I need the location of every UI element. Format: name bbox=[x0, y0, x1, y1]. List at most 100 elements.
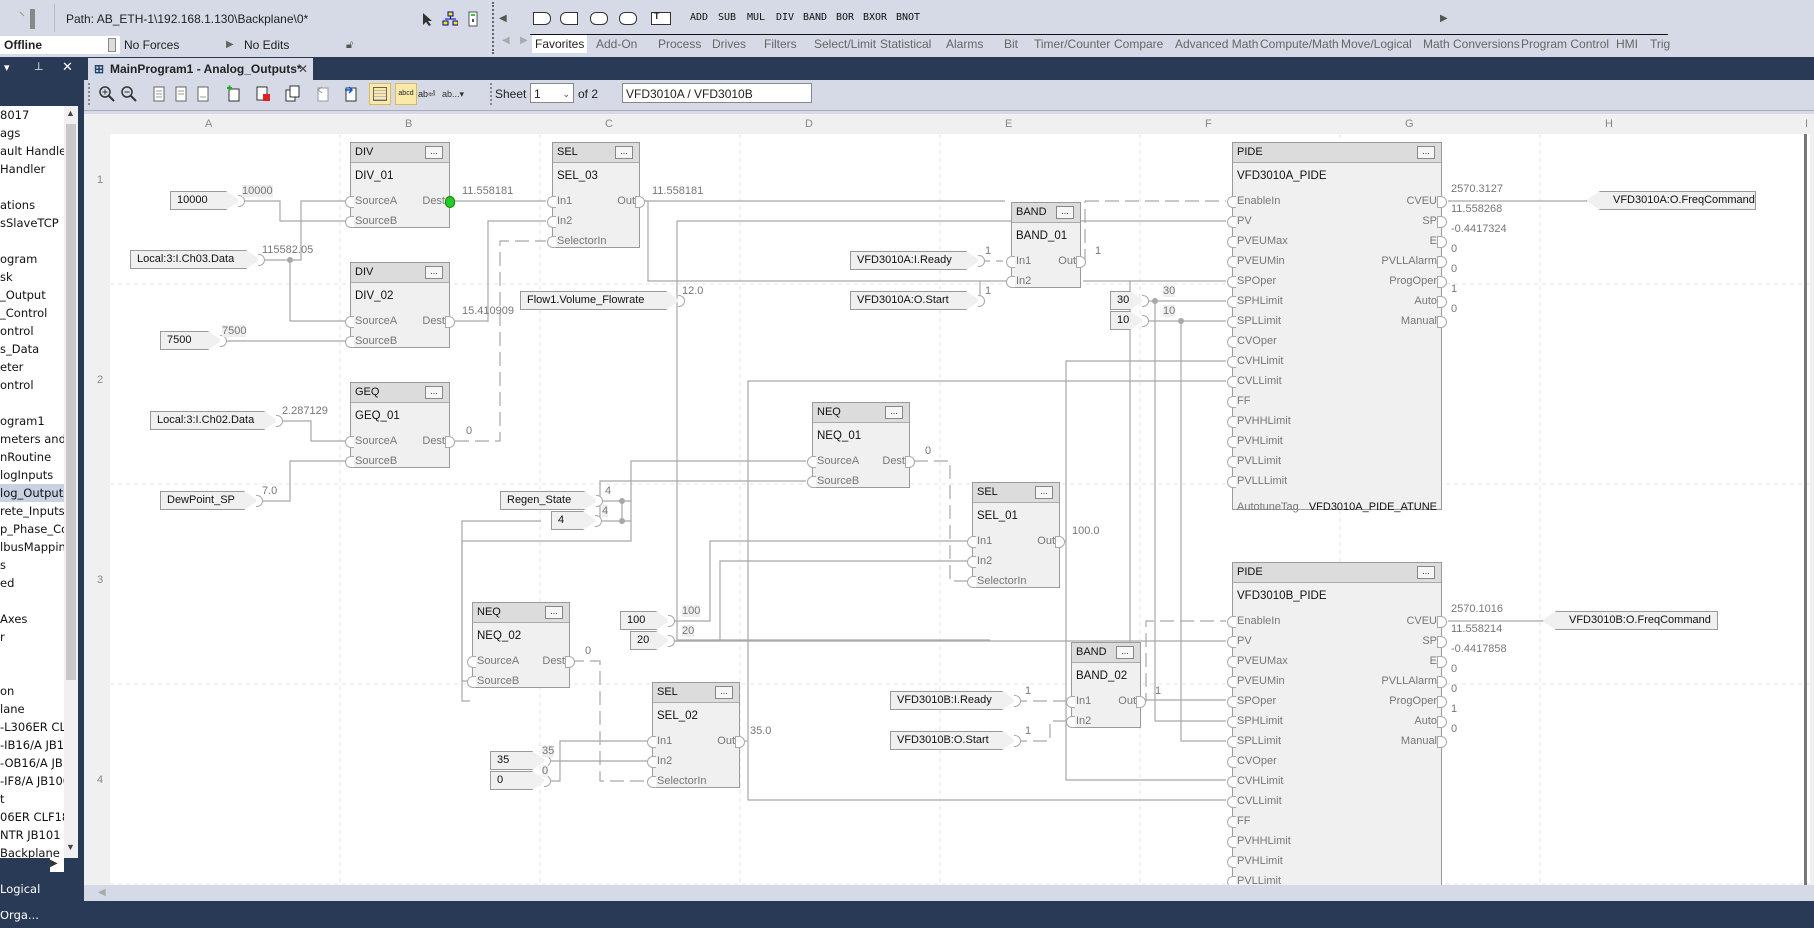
block-properties-button[interactable]: ... bbox=[425, 146, 443, 159]
output-reference[interactable]: VFD3010A:O.FreqCommand bbox=[1586, 191, 1756, 210]
input-pin-pvhhlimit[interactable]: PVHHLimit bbox=[1237, 835, 1291, 847]
input-pin-pvllimit[interactable]: PVLLimit bbox=[1237, 455, 1281, 467]
page-prev-icon[interactable] bbox=[172, 85, 190, 103]
input-pin-in2[interactable]: In2 bbox=[557, 215, 572, 227]
input-pin-ff[interactable]: FF bbox=[1237, 815, 1250, 827]
input-reference-vfd3010b-ready[interactable]: VFD3010B:I.Ready bbox=[890, 691, 1016, 710]
palette-tab-math-conversions[interactable]: Math Conversions bbox=[1423, 37, 1520, 51]
tree-item[interactable]: t bbox=[0, 790, 5, 808]
input-pin-sphlimit[interactable]: SPHLimit bbox=[1237, 715, 1283, 727]
block-tag-name[interactable]: DIV_01 bbox=[355, 170, 393, 182]
input-pin-cvllimit[interactable]: CVLLimit bbox=[1237, 375, 1282, 387]
zoom-in-icon[interactable] bbox=[98, 85, 116, 103]
tree-item[interactable]: on bbox=[0, 682, 14, 700]
tree-item[interactable]: nRoutine bbox=[0, 448, 51, 466]
tree-item[interactable]: 8017 bbox=[0, 106, 29, 124]
input-pin-spoper[interactable]: SPOper bbox=[1237, 695, 1276, 707]
input-pin-in1[interactable]: In1 bbox=[657, 735, 672, 747]
palette-tab-compute-math[interactable]: Compute/Math bbox=[1260, 37, 1339, 51]
input-pin-sourceb[interactable]: SourceB bbox=[817, 475, 859, 487]
instr-bor-button[interactable]: BOR bbox=[836, 12, 854, 23]
block-tag-name[interactable]: VFD3010A_PIDE bbox=[1237, 170, 1327, 182]
instr-div-button[interactable]: DIV bbox=[776, 12, 794, 23]
output-pin-cveu[interactable]: CVEU bbox=[1406, 615, 1437, 627]
block-properties-button[interactable]: ... bbox=[1035, 486, 1053, 499]
output-pin-dest[interactable]: Dest bbox=[422, 315, 445, 327]
palette-tab-compare[interactable]: Compare bbox=[1114, 37, 1163, 51]
toolbar-grip[interactable] bbox=[88, 83, 92, 105]
block-sel02[interactable]: SEL... SEL_02 In1 In2 SelectorIn Out bbox=[647, 682, 745, 788]
block-properties-button[interactable]: ... bbox=[1056, 206, 1074, 219]
show-grid-toggle[interactable] bbox=[369, 83, 391, 105]
output-pin-e[interactable]: E bbox=[1430, 655, 1437, 667]
autotune-tag-value[interactable]: VFD3010A_PIDE_ATUNE bbox=[1309, 501, 1437, 513]
wire[interactable] bbox=[236, 200, 346, 222]
instr-sub-button[interactable]: SUB bbox=[718, 12, 736, 23]
wire[interactable] bbox=[667, 540, 970, 622]
palette-scroll-left-icon[interactable]: ◀ bbox=[502, 35, 510, 46]
input-pin-in2[interactable]: In2 bbox=[1076, 715, 1091, 727]
forces-dropdown-icon[interactable]: ▶ bbox=[226, 36, 236, 50]
block-sel01[interactable]: SEL... SEL_01 In1 In2 SelectorIn Out bbox=[967, 482, 1065, 588]
palette-tab-filters[interactable]: Filters bbox=[764, 37, 797, 51]
tree-item[interactable]: Backplane bbox=[0, 844, 60, 858]
tree-item[interactable]: lane bbox=[0, 700, 25, 718]
output-pin-auto[interactable]: Auto bbox=[1414, 715, 1437, 727]
tree-item[interactable]: -L306ER CLF bbox=[0, 718, 64, 736]
wire[interactable] bbox=[914, 460, 970, 582]
input-pin-pveumin[interactable]: PVEUMin bbox=[1237, 255, 1285, 267]
input-pin-in2[interactable]: In2 bbox=[977, 555, 992, 567]
input-pin-pvhlimit[interactable]: PVHLimit bbox=[1237, 435, 1283, 447]
palette-tab-statistical[interactable]: Statistical bbox=[880, 37, 931, 51]
block-geq01[interactable]: GEQ... GEQ_01 SourceA SourceB Dest bbox=[345, 382, 455, 468]
fbd-sheet-canvas[interactable]: 10000 Local:3:I.Ch03.Data 7500 Local:3:I.Ch… bbox=[110, 134, 1810, 885]
input-pin-enablein[interactable]: EnableIn bbox=[1237, 615, 1280, 627]
block-pideB[interactable]: PIDE... VFD3010B_PIDE EnableIn PV PVEUMax PVE… bbox=[1227, 562, 1507, 885]
who-active-cursor-icon[interactable] bbox=[419, 11, 435, 27]
input-pin-sourceb[interactable]: SourceB bbox=[355, 455, 397, 467]
input-pin-ff[interactable]: FF bbox=[1237, 395, 1250, 407]
close-panel-icon[interactable]: ✕ bbox=[62, 59, 73, 75]
network-icon[interactable] bbox=[442, 11, 458, 27]
block-properties-button[interactable]: ... bbox=[1116, 646, 1134, 659]
palette-tab-drives[interactable]: Drives bbox=[712, 37, 746, 51]
block-tag-name[interactable]: BAND_01 bbox=[1016, 230, 1067, 242]
output-pin-dest[interactable]: Dest bbox=[422, 435, 445, 447]
block-properties-button[interactable]: ... bbox=[425, 266, 443, 279]
block-sel03[interactable]: SEL... SEL_03 In1 In2 SelectorIn Out bbox=[547, 142, 645, 248]
output-pin-auto[interactable]: Auto bbox=[1414, 295, 1437, 307]
wire[interactable] bbox=[1013, 720, 1068, 742]
tree-item[interactable]: meters and bbox=[0, 430, 64, 448]
output-pin-out[interactable]: Out bbox=[1037, 535, 1055, 547]
block-neq02[interactable]: NEQ... NEQ_02 SourceA SourceB Dest bbox=[467, 602, 575, 688]
instr-bnot-button[interactable]: BNOT bbox=[896, 12, 920, 23]
zoom-out-icon[interactable] bbox=[120, 85, 138, 103]
output-pin-dest[interactable]: Dest bbox=[542, 655, 565, 667]
input-reference-vfd3010a-ready[interactable]: VFD3010A:I.Ready bbox=[850, 251, 980, 270]
block-properties-button[interactable]: ... bbox=[715, 686, 733, 699]
input-pin-cvoper[interactable]: CVOper bbox=[1237, 335, 1277, 347]
tree-item[interactable]: ontrol bbox=[0, 376, 34, 394]
text-box-button[interactable]: T bbox=[651, 11, 671, 25]
tree-item[interactable]: Handler bbox=[0, 160, 45, 178]
instr-mul-button[interactable]: MUL bbox=[747, 12, 765, 23]
input-reference-regen-state[interactable]: Regen_State bbox=[500, 491, 598, 510]
input-pin-pveumin[interactable]: PVEUMin bbox=[1237, 675, 1285, 687]
block-tag-name[interactable]: DIV_02 bbox=[355, 290, 393, 302]
input-pin-selectorin[interactable]: SelectorIn bbox=[977, 575, 1027, 587]
input-pin-in1[interactable]: In1 bbox=[977, 535, 992, 547]
input-pin-sourcea[interactable]: SourceA bbox=[355, 435, 397, 447]
tree-item[interactable]: r bbox=[0, 628, 5, 646]
output-pin-progoper[interactable]: ProgOper bbox=[1389, 275, 1437, 287]
input-pin-sourceb[interactable]: SourceB bbox=[477, 675, 519, 687]
input-wire-connector-button[interactable] bbox=[590, 12, 608, 25]
input-pin-in1[interactable]: In1 bbox=[1076, 695, 1091, 707]
panel-menu-icon[interactable]: ▾ bbox=[4, 61, 10, 74]
wire[interactable] bbox=[276, 420, 346, 442]
output-wire-connector-button[interactable] bbox=[619, 12, 637, 25]
input-pin-pv[interactable]: PV bbox=[1237, 635, 1252, 647]
scroll-up-icon[interactable]: ▲ bbox=[66, 108, 75, 118]
output-pin-pvllalarm[interactable]: PVLLAlarm bbox=[1381, 255, 1437, 267]
input-reference-ch02[interactable]: Local:3:I.Ch02.Data bbox=[150, 411, 278, 430]
input-pin-sourcea[interactable]: SourceA bbox=[477, 655, 519, 667]
